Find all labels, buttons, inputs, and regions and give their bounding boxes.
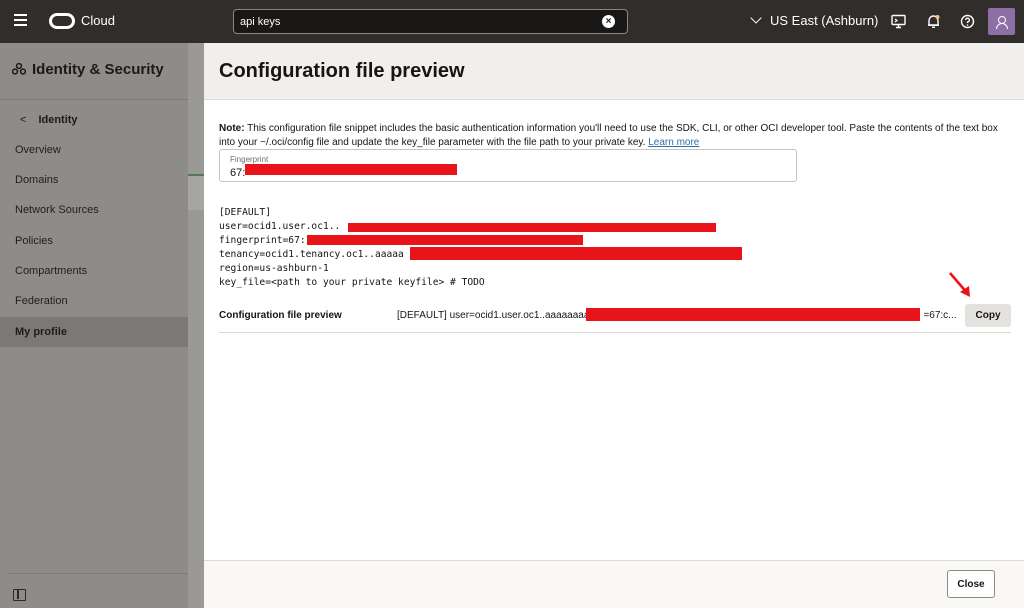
search-input[interactable] <box>234 10 594 33</box>
user-avatar-icon[interactable] <box>988 8 1015 35</box>
top-bar: Cloud × US East (Ashburn) <box>0 0 1024 43</box>
fingerprint-redaction <box>245 164 457 175</box>
note-body: This configuration file snippet includes… <box>219 123 998 148</box>
copy-button[interactable]: Copy <box>965 304 1011 327</box>
close-button[interactable]: Close <box>947 570 995 598</box>
sidebar-rail <box>188 43 204 608</box>
user-ocid-redaction <box>348 223 716 232</box>
sidebar-back-identity[interactable]: < Identity <box>20 114 78 126</box>
identity-security-icon <box>12 63 26 75</box>
sidebar-item-network-sources[interactable]: Network Sources <box>0 195 188 225</box>
preview-row-divider <box>219 332 1011 333</box>
sidebar-item-overview[interactable]: Overview <box>0 135 188 165</box>
panel-title: Configuration file preview <box>219 60 465 82</box>
chevron-down-icon <box>750 12 762 24</box>
config-preview-panel: Configuration file preview Note: This co… <box>204 43 1024 608</box>
config-line-section: [DEFAULT] <box>219 207 271 218</box>
sidebar-item-policies[interactable]: Policies <box>0 226 188 256</box>
oracle-logo-icon[interactable] <box>49 13 75 29</box>
sidebar: Identity & Security < Identity Overview D… <box>0 43 204 608</box>
region-selector[interactable]: US East (Ashburn) <box>750 12 879 28</box>
sidebar-item-federation[interactable]: Federation <box>0 286 188 316</box>
fingerprint-line-redaction <box>307 235 583 245</box>
preview-row-label: Configuration file preview <box>219 310 342 321</box>
fingerprint-field: Fingerprint 67: <box>219 149 797 182</box>
sidebar-bottom-divider <box>8 573 188 574</box>
search-box[interactable]: × <box>233 9 628 34</box>
menu-icon[interactable] <box>14 14 32 28</box>
note-label: Note: <box>219 123 245 134</box>
bell-icon[interactable] <box>926 14 941 29</box>
note-text: Note: This configuration file snippet in… <box>219 122 1009 150</box>
config-line-keyfile: key_file=<path to your private keyfile> … <box>219 277 485 288</box>
background-tab <box>188 174 204 210</box>
sidebar-title-text: Identity & Security <box>32 61 164 78</box>
sidebar-title: Identity & Security <box>12 61 164 78</box>
config-line-region: region=us-ashburn-1 <box>219 263 329 274</box>
preview-redaction <box>586 308 920 321</box>
preview-value-start: [DEFAULT] user=ocid1.user.oc1..aaaaaaaa <box>397 310 590 321</box>
sidebar-item-compartments[interactable]: Compartments <box>0 256 188 286</box>
help-icon[interactable] <box>960 14 975 29</box>
collapse-sidebar-icon[interactable] <box>13 589 26 601</box>
chevron-left-icon: < <box>20 114 27 126</box>
sidebar-back-label: Identity <box>38 114 78 126</box>
learn-more-link[interactable]: Learn more <box>648 137 699 148</box>
region-label: US East (Ashburn) <box>770 13 879 28</box>
preview-value-end: =67:c... <box>923 310 957 321</box>
fingerprint-value: 67: <box>230 167 246 179</box>
sidebar-divider <box>0 99 188 100</box>
brand-label[interactable]: Cloud <box>81 13 115 28</box>
sidebar-item-domains[interactable]: Domains <box>0 165 188 195</box>
cloud-shell-icon[interactable] <box>891 14 906 29</box>
panel-header: Configuration file preview <box>204 43 1024 100</box>
fingerprint-label: Fingerprint <box>230 155 269 164</box>
annotation-arrow-icon <box>949 272 970 297</box>
tenancy-ocid-redaction <box>410 247 742 260</box>
clear-search-icon[interactable]: × <box>602 15 615 28</box>
panel-footer <box>204 561 1024 608</box>
sidebar-item-my-profile[interactable]: My profile <box>0 317 188 347</box>
